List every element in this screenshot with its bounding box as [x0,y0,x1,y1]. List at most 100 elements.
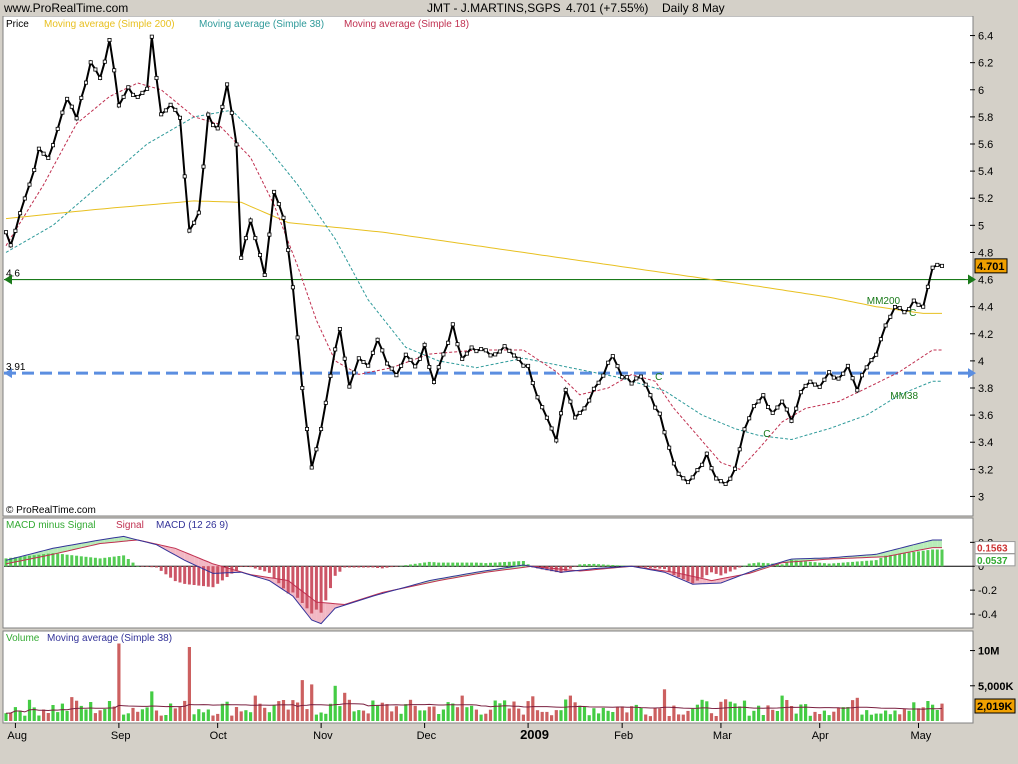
macd-histogram-bar [51,553,55,567]
price-annotation: C [909,308,916,319]
price-point [352,370,357,375]
volume-bar [860,714,864,721]
volume-bar [935,710,939,721]
macd-histogram-bar [507,561,511,567]
volume-bar [9,712,13,721]
price-tick-label: 4.8 [978,247,993,259]
x-tick-label: 2009 [520,727,549,742]
macd-histogram-bar [329,566,332,589]
macd-histogram-bar [409,564,412,567]
price-point [549,426,554,431]
price-tick-label: 4.2 [978,329,993,341]
volume-bar [545,711,549,721]
volume-bar [644,714,648,721]
macd-histogram-bar [479,562,483,567]
volume-bar [460,695,464,721]
price-point [163,108,168,113]
macd-histogram-bar [140,566,144,567]
macd-histogram-bar [616,565,619,567]
price-tick-label: 5.8 [978,112,993,124]
price-point [770,410,775,415]
macd-histogram-bar [822,563,826,567]
price-tick-label: 5.4 [978,166,993,178]
price-point [446,340,451,345]
price-legend-item: Moving average (Simple 38) [199,19,324,30]
volume-bar [183,700,187,721]
macd-legend-item: MACD minus Signal [6,520,95,531]
price-point [309,465,314,470]
volume-tick-label: 5,000K [978,681,1014,693]
volume-bar [691,708,695,721]
macd-histogram-bar [394,566,398,567]
price-point [624,375,629,380]
volume-bar [249,712,253,721]
volume-bar [884,710,888,721]
price-point [229,110,234,115]
macd-histogram-bar [305,566,309,609]
macd-histogram-bar [187,566,191,585]
volume-bar [413,705,417,721]
volume-bar [597,713,601,721]
volume-bar [286,709,290,721]
volume-bar [874,713,878,721]
volume-bar [902,709,906,721]
macd-histogram-bar [239,566,243,567]
macd-histogram-bar [352,566,356,568]
volume-bar [738,706,742,721]
volume-bar [361,710,366,721]
macd-histogram-bar [663,566,666,570]
volume-bar [550,715,554,721]
price-tick-label: 3.2 [978,464,993,476]
macd-histogram-bar [258,566,262,570]
price-point [84,80,89,85]
price-point [766,404,771,409]
macd-histogram-bar [846,562,850,567]
price-point [366,363,371,368]
price-point [761,393,766,398]
macd-histogram-bar [648,566,652,568]
volume-bar [206,709,210,721]
macd-histogram-bar [578,564,582,567]
volume-bar [408,699,413,721]
volume-bar [512,701,516,721]
volume-bar [201,712,206,721]
volume-bar [568,695,572,721]
macd-histogram-bar [23,556,27,567]
price-tick-label: 6.4 [978,31,993,43]
price-point [135,95,140,100]
macd-histogram-bar [874,560,878,567]
macd-histogram-bar [912,552,916,567]
volume-bar [300,680,304,721]
price-point [817,384,822,389]
price-point [479,347,484,352]
volume-bar [84,709,88,721]
price-point [140,90,145,95]
price-point [822,377,827,382]
macd-histogram-bar [907,552,911,567]
volume-bar [761,715,765,721]
volume-bar [244,710,248,721]
volume-bar [813,711,817,721]
price-tick-label: 4.4 [978,302,993,314]
x-tick-label: Mar [713,730,732,742]
macd-histogram-bar [714,566,718,574]
price-point [239,255,244,260]
macd-histogram-bar [474,562,478,567]
volume-bar [267,712,271,721]
price-point [276,201,281,206]
macd-histogram-bar [752,563,756,567]
price-point [516,356,521,361]
volume-bar [291,700,295,721]
volume-bar [159,715,163,721]
price-point [935,262,940,267]
volume-bar [940,703,944,721]
price-point [488,353,493,358]
price-point [460,356,465,361]
macd-histogram-bar [738,566,742,568]
price-point [187,228,192,233]
volume-bar [818,714,822,721]
macd-histogram-bar [399,565,403,567]
macd-histogram-bar [606,564,610,567]
macd-histogram-bar [705,566,709,576]
last-volume-label: 2,019K [977,701,1013,713]
